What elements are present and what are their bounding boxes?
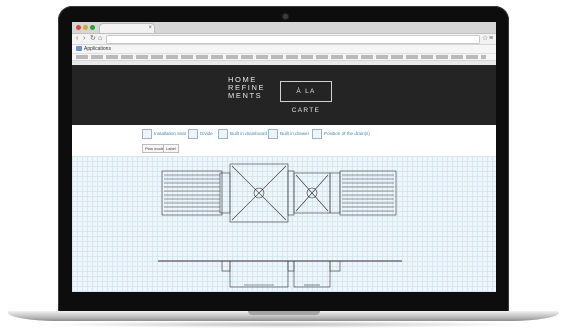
elevation-right-post (329, 260, 341, 272)
elevation-left-bowl (229, 260, 289, 288)
tab-close-icon[interactable]: × (148, 24, 152, 33)
bookmarks-bar[interactable] (72, 54, 496, 61)
bookmark-links[interactable] (76, 55, 486, 59)
webcam-icon (283, 14, 288, 19)
right-divider-panel (329, 172, 341, 214)
window-maximize-icon[interactable] (90, 25, 95, 30)
center-gap (287, 170, 295, 216)
forward-icon[interactable]: › (83, 35, 85, 43)
laptop-screen: × ‹ › ↻ ⌂ ☆ ≡ Applications HOME REFINE M… (72, 22, 496, 292)
option-label: Divide (200, 131, 213, 136)
logo-badge: À LA CARTE (280, 81, 332, 114)
right-drainboard-grooves (342, 174, 394, 212)
elevation-left-post (221, 260, 231, 272)
sink-plan-drawing (158, 163, 402, 288)
drawer-icon (268, 129, 278, 139)
browser-tab-strip: × (72, 22, 496, 34)
divide-icon (188, 129, 198, 139)
drawing-canvas[interactable] (72, 156, 496, 292)
window-minimize-icon[interactable] (83, 25, 88, 30)
apps-grid-icon[interactable] (76, 46, 82, 51)
left-divider-panel (219, 172, 231, 214)
browser-tab[interactable]: × (100, 24, 154, 33)
laptop-shadow (40, 321, 527, 328)
apps-label[interactable]: Applications (84, 45, 111, 53)
left-drainboard-grooves (164, 174, 220, 212)
window-close-icon[interactable] (76, 25, 81, 30)
back-icon[interactable]: ‹ (76, 35, 78, 43)
home-icon[interactable]: ⌂ (98, 35, 102, 43)
left-drainboard (161, 170, 223, 216)
option-label: Position of the drain(s) (324, 131, 370, 136)
option-label: Built in drawer (280, 131, 310, 136)
option-toolbar: Installation seat Divide Built in drainb… (72, 125, 496, 141)
right-drainboard (339, 170, 397, 216)
apps-bar: Applications (72, 45, 496, 54)
option-label: Built in drainboard (230, 131, 268, 136)
site-logo[interactable]: HOME REFINE MENTS À LA CARTE (228, 76, 340, 114)
option-label: Installation seat (154, 131, 186, 136)
drain-icon (312, 129, 322, 139)
site-header: HOME REFINE MENTS À LA CARTE (72, 65, 496, 125)
address-bar[interactable] (106, 35, 480, 44)
laptop-notch (248, 311, 320, 315)
label-button[interactable]: Label (163, 144, 179, 153)
reload-icon[interactable]: ↻ (90, 35, 96, 43)
elevation-right-bowl (293, 260, 331, 288)
menu-icon[interactable]: ≡ (489, 35, 493, 43)
elevation-gap (287, 260, 295, 272)
browser-toolbar: ‹ › ↻ ⌂ ☆ ≡ (72, 34, 496, 45)
mode-buttons: Plan mode Label (72, 141, 496, 155)
seat-icon (142, 129, 152, 139)
drainboard-icon (218, 129, 228, 139)
star-icon[interactable]: ☆ (482, 35, 488, 43)
laptop-mockup: × ‹ › ↻ ⌂ ☆ ≡ Applications HOME REFINE M… (0, 0, 567, 331)
